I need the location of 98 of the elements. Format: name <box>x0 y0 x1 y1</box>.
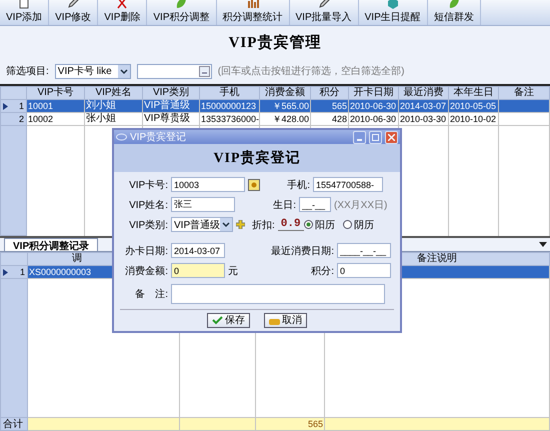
toolbar-button[interactable]: VIP批量导入 <box>290 0 359 25</box>
checkmark-icon <box>212 316 223 325</box>
table-cell: 刘小姐 <box>84 100 142 112</box>
maximize-icon <box>372 134 379 140</box>
filter-input[interactable] <box>136 64 212 78</box>
dialog-title: VIP贵宾登记 <box>130 130 188 144</box>
table-cell: 张小姐 <box>84 112 142 126</box>
row-pointer-icon <box>3 102 8 110</box>
column-header: 开卡日期 <box>348 86 398 100</box>
pencil-icon <box>318 0 330 9</box>
field-label: 手机: <box>286 178 310 192</box>
input-field[interactable]: 15547700588- <box>313 177 383 192</box>
plus-icon[interactable] <box>236 220 245 230</box>
dropdown-arrow-icon[interactable] <box>539 242 547 248</box>
field-label: 折扣: <box>252 218 275 232</box>
toolbar-button[interactable]: VIP删除 <box>98 0 148 25</box>
input-field[interactable]: 10003 <box>171 177 245 192</box>
table-cell: 15000000123 <box>200 100 260 112</box>
toolbar-button[interactable]: VIP积分调整 <box>147 0 216 25</box>
row-number[interactable]: 1 <box>20 266 25 278</box>
radio-option[interactable]: 阳历 <box>304 218 335 232</box>
cancel-button[interactable]: 取消 <box>264 312 307 328</box>
field-label: 备 注: <box>134 288 168 301</box>
maximize-button[interactable] <box>369 130 382 144</box>
column-header: 最近消费 <box>398 86 448 100</box>
table-cell: 2010-10-02 <box>448 112 498 126</box>
field-label: VIP卡号: <box>128 178 168 192</box>
table-cell: 10001 <box>26 100 84 112</box>
table-cell: 2010-05-05 <box>448 100 498 112</box>
category-dropdown[interactable]: VIP普通级 <box>171 217 233 232</box>
discount-value: 0.9 <box>278 218 304 232</box>
row-pointer-icon <box>3 268 8 276</box>
radio-option[interactable]: 阴历 <box>343 218 374 232</box>
column-header: 本年生日 <box>448 86 498 100</box>
table-cell: 10002 <box>26 112 84 126</box>
radio-icon[interactable] <box>343 220 352 230</box>
note-field[interactable] <box>171 284 385 304</box>
column-header: VIP类别 <box>142 86 200 100</box>
column-header: 备注 <box>498 86 550 100</box>
toolbar-button[interactable]: VIP添加 <box>0 0 50 25</box>
table-cell <box>498 100 550 112</box>
column-header: VIP姓名 <box>84 86 142 100</box>
dialog-heading: VIP贵宾登记 <box>114 144 400 172</box>
table-cell: 565 <box>256 418 324 430</box>
row-number[interactable]: 1 <box>18 100 24 112</box>
document-icon <box>18 0 30 9</box>
lookup-icon[interactable] <box>248 178 260 191</box>
date-format-hint: (XX月XX日) <box>334 198 388 212</box>
leaf-icon <box>448 0 460 9</box>
table-cell: VIP普通级 <box>142 100 200 112</box>
column-header: 积分 <box>310 86 348 100</box>
pencil-icon <box>67 0 80 9</box>
radio-icon[interactable] <box>304 220 313 230</box>
table-cell: 2010-03-30 <box>398 112 448 126</box>
field-label: 消费金额: <box>124 264 168 278</box>
toolbar-button[interactable]: 短信群发 <box>428 0 481 25</box>
minimize-button[interactable] <box>353 130 366 144</box>
input-field[interactable]: ____-__-__ <box>337 243 391 258</box>
row-number[interactable]: 2 <box>18 114 24 124</box>
table-cell: 2010-06-30 <box>348 112 398 126</box>
table-cell: VIP尊贵级 <box>142 112 200 126</box>
tab[interactable]: VIP积分调整记录 <box>4 238 98 251</box>
filter-dropdown[interactable]: VIP卡号 like <box>54 64 131 78</box>
column-header: 手机 <box>200 86 260 100</box>
unit-label: 元 <box>228 264 238 278</box>
cross-icon <box>116 0 128 9</box>
table-cell: 428 <box>310 112 348 126</box>
input-field[interactable]: 2014-03-07 <box>171 243 225 258</box>
page-title: VIP贵宾管理 <box>228 33 322 52</box>
input-field[interactable]: 张三 <box>171 197 235 212</box>
table-cell: 13533736000- <box>200 112 260 126</box>
column-header: 消费金额 <box>260 86 310 100</box>
field-label: VIP类别: <box>128 218 168 232</box>
close-button[interactable] <box>385 130 398 144</box>
cube-icon <box>386 0 399 9</box>
table-cell: ￥565.00 <box>260 100 310 112</box>
filter-hint: (回车或点击按钮进行筛选，空白筛选全部) <box>218 64 404 78</box>
field-label: 生日: <box>272 198 296 212</box>
toolbar-button[interactable]: VIP修改 <box>49 0 98 25</box>
save-button[interactable]: 保存 <box>207 312 250 328</box>
table-cell: ￥428.00 <box>260 112 310 126</box>
input-field[interactable]: 0 <box>171 263 225 278</box>
close-icon <box>388 134 395 140</box>
input-field[interactable]: 0 <box>337 263 391 278</box>
column-header: VIP卡号 <box>26 86 84 100</box>
table-cell: 2010-06-30 <box>348 100 398 112</box>
bar-chart-icon <box>246 0 258 9</box>
table-cell: 565 <box>310 100 348 112</box>
search-icon[interactable] <box>198 66 210 76</box>
field-label: 积分: <box>310 264 334 278</box>
filter-label: 筛选项目: <box>6 64 49 78</box>
table-cell: 2014-03-07 <box>398 100 448 112</box>
toolbar-button[interactable]: VIP生日提醒 <box>358 0 428 25</box>
toolbar-button[interactable]: 积分调整统计 <box>216 0 290 25</box>
totals-label: 合计 <box>3 418 23 430</box>
leaf-icon <box>175 0 188 9</box>
field-label: VIP姓名: <box>128 198 168 212</box>
input-field[interactable]: __-__ <box>299 197 331 212</box>
